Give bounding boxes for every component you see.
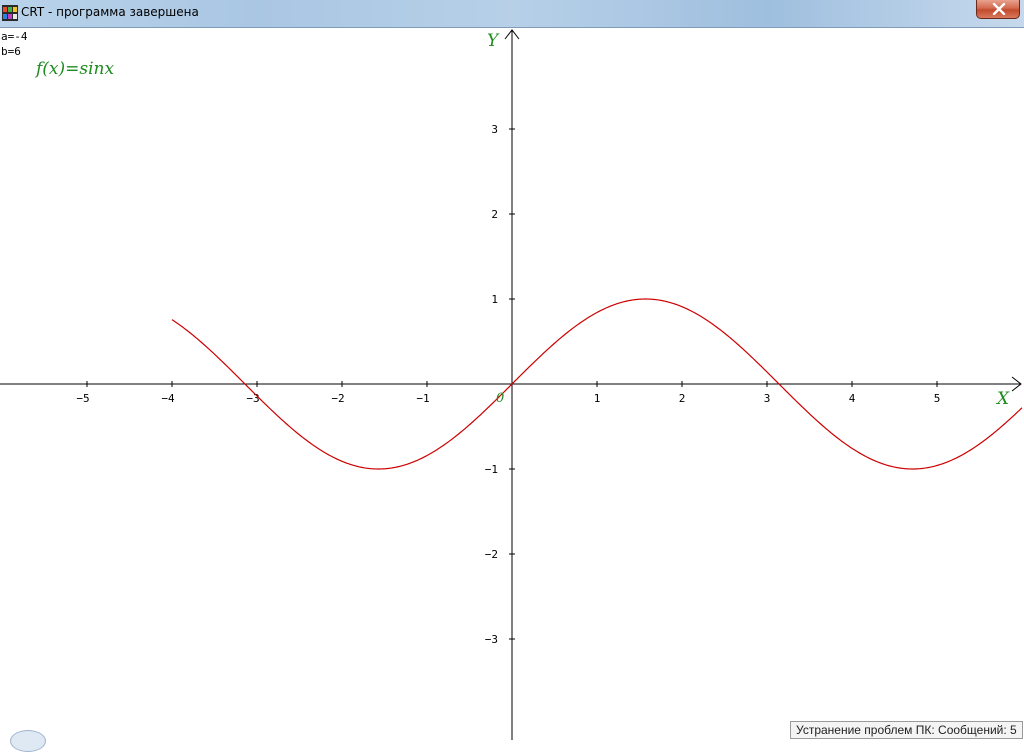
window-titlebar[interactable]: CRT - программа завершена [0,0,1024,28]
y-tick-label: 3 [491,123,498,136]
close-button[interactable] [976,0,1020,19]
x-tick-label: −1 [416,392,429,405]
x-tick-label: −3 [246,392,259,405]
x-tick-label: −2 [331,392,344,405]
close-icon [992,3,1006,15]
param-b: b=6 [1,45,21,58]
origin-label: 0 [496,391,504,406]
y-tick-label: −3 [485,633,498,646]
x-tick-label: 5 [934,392,941,405]
y-tick-label: 1 [491,293,498,306]
y-tick-label: 2 [491,208,498,221]
x-tick-label: 4 [849,392,856,405]
crt-app-icon [2,5,18,21]
x-tick-label: −4 [161,392,175,405]
x-tick-label: 2 [679,392,686,405]
y-tick-label: −1 [485,463,498,476]
notification-popup[interactable]: Устранение проблем ПК: Сообщений: 5 [790,721,1023,739]
start-orb-edge[interactable] [10,730,46,752]
param-a: a=-4 [1,30,28,43]
function-graph: −5 −4 −3 −2 −1 1 2 3 4 5 −3 −2 −1 1 2 3 f(x)=sinx X Y 0 [0,29,1023,740]
function-label: f(x)=sinx [34,59,114,79]
y-axis-label: Y [487,31,500,51]
x-tick-label: 3 [764,392,771,405]
window-title: CRT - программа завершена [21,5,199,19]
x-tick-label: −5 [76,392,89,405]
crt-graphics-area: −5 −4 −3 −2 −1 1 2 3 4 5 −3 −2 −1 1 2 3 f(x)=sinx X Y 0… [0,28,1024,740]
y-tick-label: −2 [485,548,498,561]
x-axis-label: X [995,389,1010,409]
x-tick-label: 1 [594,392,601,405]
